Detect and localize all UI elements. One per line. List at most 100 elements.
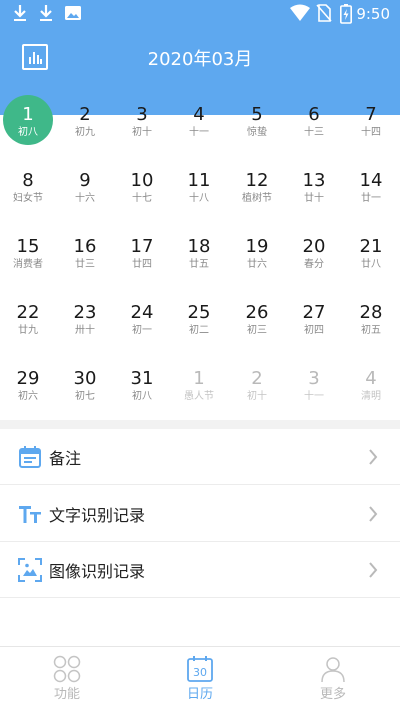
day-number: 5 — [251, 104, 263, 125]
calendar-day[interactable]: 30 初七 — [60, 359, 110, 411]
lunar-date: 卅十 — [75, 325, 95, 336]
text-recognition-icon — [18, 502, 42, 526]
calendar-day[interactable]: 6 十三 — [289, 95, 339, 147]
calendar-day[interactable]: 31 初八 — [117, 359, 167, 411]
lunar-date: 春分 — [304, 259, 324, 270]
calendar-day[interactable]: 3 十一 — [289, 359, 339, 411]
tab-more[interactable]: 更多 — [273, 647, 393, 710]
menu-item-notes[interactable]: 备注 — [0, 429, 400, 485]
lunar-date: 清明 — [361, 391, 381, 402]
day-number: 4 — [193, 104, 205, 125]
calendar-day[interactable]: 27 初四 — [289, 293, 339, 345]
day-number: 8 — [22, 170, 34, 191]
calendar-day[interactable]: 19 廿六 — [232, 227, 282, 279]
day-number: 19 — [245, 236, 269, 257]
day-number: 6 — [308, 104, 320, 125]
menu-item-image-records[interactable]: 图像识别记录 — [0, 542, 400, 598]
calendar-day[interactable]: 18 廿五 — [174, 227, 224, 279]
day-number: 3 — [136, 104, 148, 125]
day-number: 15 — [16, 236, 40, 257]
image-icon — [64, 4, 82, 26]
day-number: 16 — [73, 236, 97, 257]
user-more-icon — [319, 655, 347, 683]
menu-item-text-records[interactable]: 文字识别记录 — [0, 486, 400, 542]
calendar-day[interactable]: 26 初三 — [232, 293, 282, 345]
chevron-right-icon — [368, 506, 378, 526]
day-number: 22 — [16, 302, 40, 323]
tab-functions[interactable]: 功能 — [7, 647, 127, 710]
day-number: 26 — [245, 302, 269, 323]
lunar-date: 初三 — [247, 325, 267, 336]
menu-item-label: 备注 — [49, 449, 82, 468]
calendar-day[interactable]: 13 廿十 — [289, 161, 339, 213]
lunar-date: 初七 — [75, 391, 95, 402]
lunar-date: 十六 — [75, 193, 95, 204]
calendar-day[interactable]: 9 十六 — [60, 161, 110, 213]
calendar-day-selected[interactable]: 1 初八 — [3, 95, 53, 147]
calendar-day[interactable]: 15 消费者 — [3, 227, 53, 279]
calendar-day[interactable]: 8 妇女节 — [3, 161, 53, 213]
calendar-day[interactable]: 4 清明 — [346, 359, 396, 411]
lunar-date: 十一 — [304, 391, 324, 402]
functions-grid-icon — [53, 655, 81, 683]
calendar-day[interactable]: 16 廿三 — [60, 227, 110, 279]
calendar-day[interactable]: 2 初九 — [60, 95, 110, 147]
lunar-date: 廿三 — [75, 259, 95, 270]
calendar-day[interactable]: 17 廿四 — [117, 227, 167, 279]
lunar-date: 廿五 — [189, 259, 209, 270]
download-icon — [38, 4, 54, 26]
day-number: 2 — [251, 368, 263, 389]
calendar-day[interactable]: 3 初十 — [117, 95, 167, 147]
tab-calendar[interactable]: 30 日历 — [140, 647, 260, 710]
lunar-date: 十八 — [189, 193, 209, 204]
calendar-day[interactable]: 14 廿一 — [346, 161, 396, 213]
lunar-date: 初五 — [361, 325, 381, 336]
day-number: 24 — [130, 302, 154, 323]
day-number: 4 — [365, 368, 377, 389]
no-sim-icon — [316, 4, 332, 26]
calendar-day[interactable]: 22 廿九 — [3, 293, 53, 345]
calendar-day[interactable]: 10 十七 — [117, 161, 167, 213]
lunar-date: 初八 — [132, 391, 152, 402]
calendar-day[interactable]: 23 卅十 — [60, 293, 110, 345]
calendar-day[interactable]: 28 初五 — [346, 293, 396, 345]
status-time: 9:50 — [356, 5, 390, 23]
lunar-date: 十四 — [361, 127, 381, 138]
lunar-date: 初四 — [304, 325, 324, 336]
day-number: 9 — [79, 170, 91, 191]
image-recognition-icon — [18, 558, 42, 582]
calendar-day[interactable]: 1 愚人节 — [174, 359, 224, 411]
lunar-date: 初十 — [247, 391, 267, 402]
calendar-day[interactable]: 11 十八 — [174, 161, 224, 213]
day-number: 25 — [187, 302, 211, 323]
lunar-date: 初六 — [18, 391, 38, 402]
calendar-day[interactable]: 20 春分 — [289, 227, 339, 279]
lunar-date: 十一 — [189, 127, 209, 138]
lunar-date: 十三 — [304, 127, 324, 138]
calendar-day[interactable]: 21 廿八 — [346, 227, 396, 279]
calendar-day[interactable]: 25 初二 — [174, 293, 224, 345]
day-number: 28 — [359, 302, 383, 323]
day-number: 12 — [245, 170, 269, 191]
calendar-day[interactable]: 5 惊蛰 — [232, 95, 282, 147]
day-number: 31 — [130, 368, 154, 389]
calendar-day[interactable]: 24 初一 — [117, 293, 167, 345]
day-number: 2 — [79, 104, 91, 125]
lunar-date: 廿十 — [304, 193, 324, 204]
svg-text:30: 30 — [193, 666, 207, 679]
lunar-date: 初十 — [132, 127, 152, 138]
calendar-day[interactable]: 7 十四 — [346, 95, 396, 147]
calendar-day[interactable]: 2 初十 — [232, 359, 282, 411]
calendar-day[interactable]: 4 十一 — [174, 95, 224, 147]
calendar-day[interactable]: 29 初六 — [3, 359, 53, 411]
lunar-date: 十七 — [132, 193, 152, 204]
day-number: 3 — [308, 368, 320, 389]
day-number: 23 — [73, 302, 97, 323]
lunar-date: 初二 — [189, 325, 209, 336]
day-number: 30 — [73, 368, 97, 389]
day-number: 11 — [187, 170, 211, 191]
tab-label: 更多 — [319, 687, 346, 702]
calendar-day[interactable]: 12 植树节 — [232, 161, 282, 213]
menu-item-label: 图像识别记录 — [49, 562, 146, 581]
calendar-30-icon: 30 — [186, 655, 214, 683]
